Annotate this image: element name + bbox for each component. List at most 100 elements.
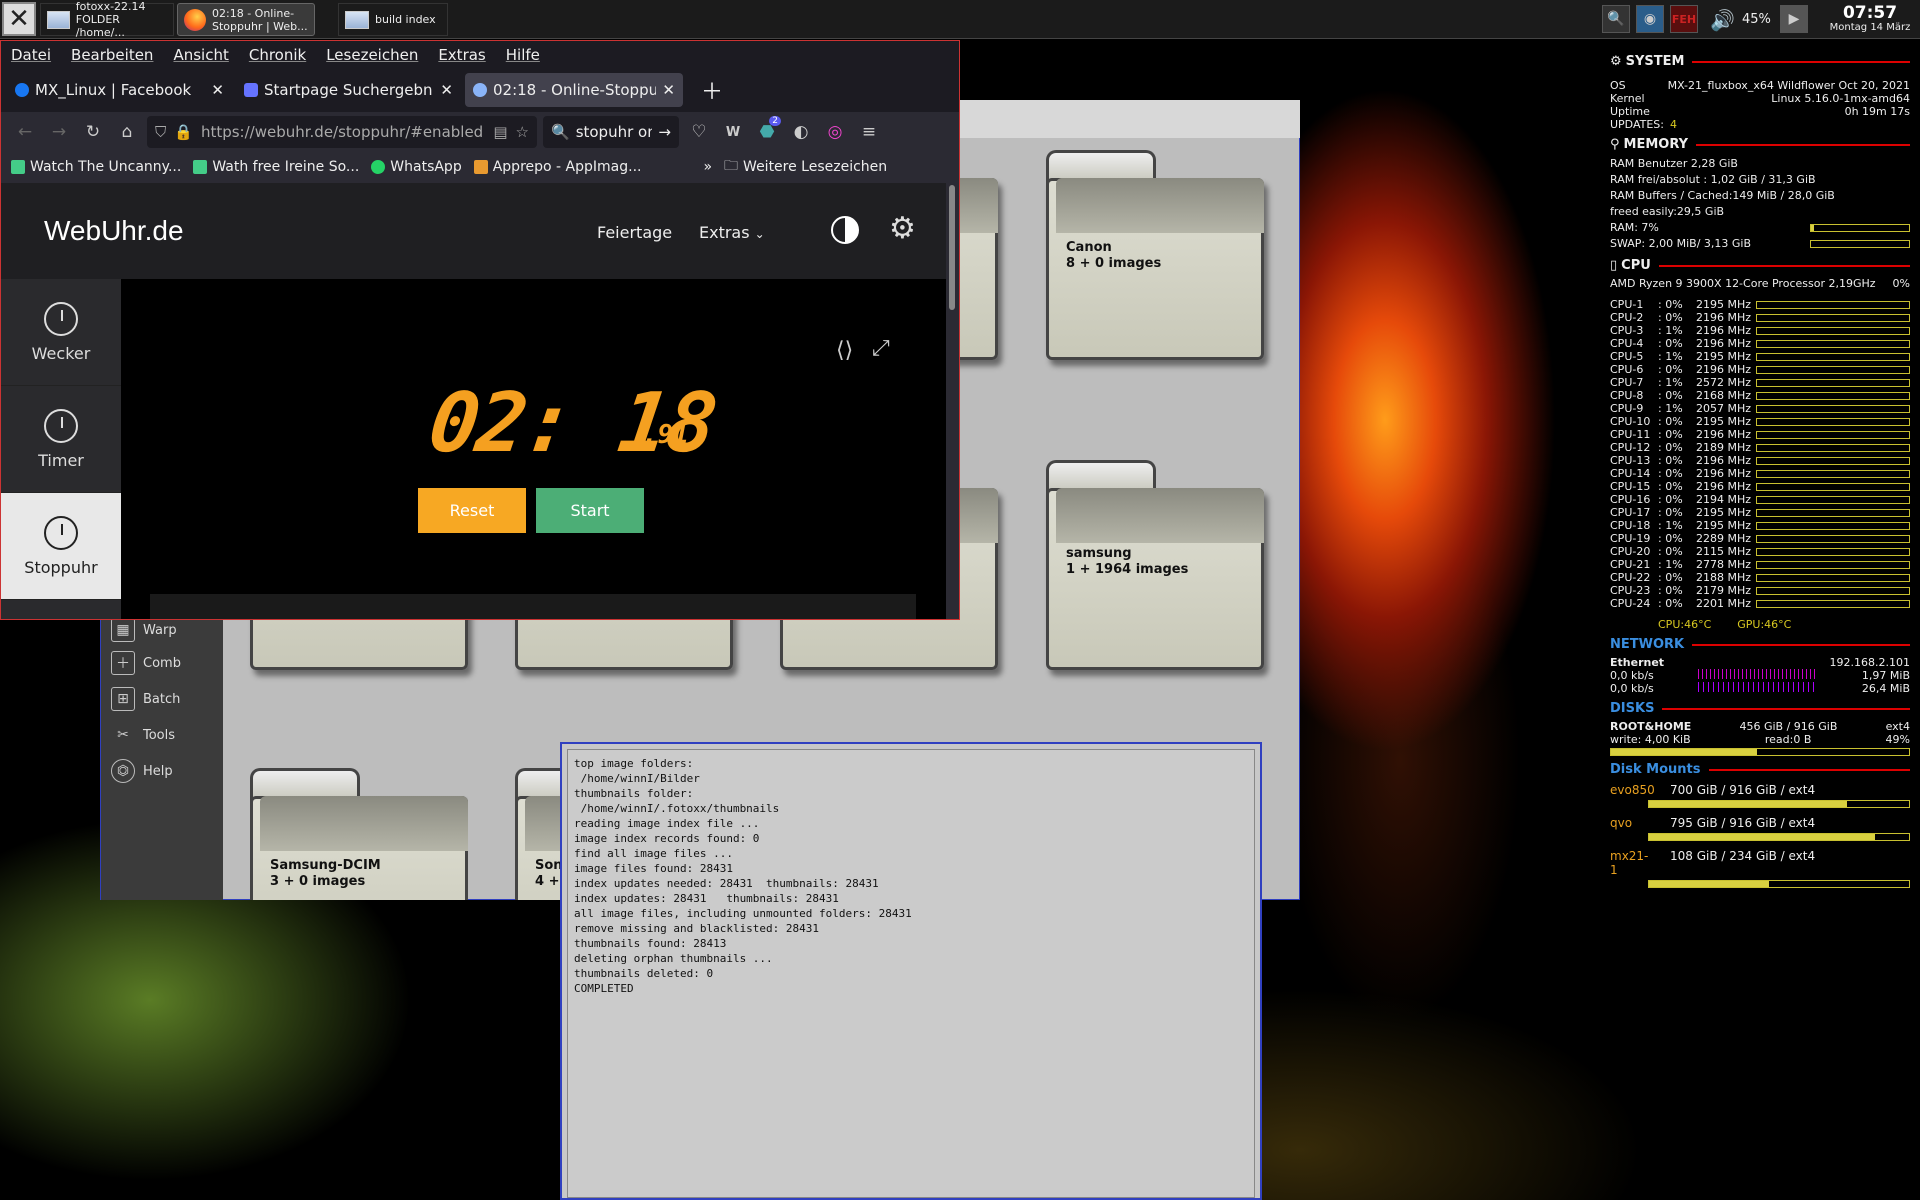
colorpicker-icon[interactable]: ◎ [821, 118, 849, 146]
bookmark-apprepo[interactable]: Apprepo - AppImag... [473, 159, 641, 175]
close-icon[interactable]: ✕ [211, 81, 224, 99]
core-bar [1756, 509, 1910, 517]
taskbar-item-build-index[interactable]: build index [338, 3, 448, 36]
folder-samsung-dcim[interactable]: Samsung-DCIM 3 + 0 images [250, 768, 468, 900]
bookmark-star-icon[interactable]: ☆ [516, 123, 529, 141]
reset-button[interactable]: Reset [418, 488, 526, 533]
cpu-core-row: CPU-10: 0% 2195 MHz [1610, 415, 1910, 428]
tab-facebook[interactable]: MX_Linux | Facebook ✕ [7, 73, 232, 107]
core-load: : 0% [1658, 311, 1683, 324]
fullscreen-icon[interactable]: ⤢ [872, 336, 890, 361]
folder-son[interactable]: Son 4 + [515, 768, 565, 900]
menu-chronik[interactable]: Chronik [239, 46, 316, 64]
feh-icon[interactable]: FEH [1670, 5, 1698, 33]
chevron-down-icon: ⌄ [754, 227, 765, 241]
nav-extras[interactable]: Extras ⌄ [699, 223, 765, 242]
core-bar [1756, 418, 1910, 426]
menu-logo-icon[interactable]: ✕ [2, 2, 36, 36]
nav-feiertage[interactable]: Feiertage [597, 223, 672, 242]
tab-stoppuhr[interactable]: 02:18 - Online-Stoppuhr ✕ [465, 73, 683, 107]
bookmark-item[interactable]: Wath free Ireine So... [193, 159, 359, 175]
sidebar-item-wecker[interactable]: Wecker [1, 279, 121, 386]
core-freq: 2194 MHz [1696, 493, 1752, 506]
sidebar-item-timer[interactable]: Timer [1, 386, 121, 493]
fotoxx-sidebar: ▦ Warp ＋ Comb ⊞ Batch ✂ Tools ⏣ Help [101, 615, 223, 900]
pocket-icon[interactable]: ♡ [685, 118, 713, 146]
folder-top [1056, 488, 1264, 543]
core-load: : 1% [1658, 350, 1683, 363]
taskbar: ✕ fotoxx-22.14 FOLDER /home/... 02:18 - O… [0, 0, 1920, 39]
core-freq: 2115 MHz [1696, 545, 1752, 558]
back-icon[interactable]: ← [11, 118, 39, 146]
folder-samsung[interactable]: samsung 1 + 1964 images [1046, 460, 1264, 670]
core-bar [1756, 457, 1910, 465]
core-load: : 1% [1658, 558, 1683, 571]
taskbar-item-fotoxx[interactable]: fotoxx-22.14 FOLDER /home/... [40, 0, 174, 39]
bookmark-item[interactable]: Watch The Uncanny... [11, 159, 181, 175]
contrast-icon[interactable] [831, 216, 859, 244]
ram-bar [1810, 224, 1910, 232]
core-name: CPU-18 [1610, 519, 1651, 532]
share-icon[interactable]: ⟨⟩ [836, 338, 853, 363]
cpu-title: CPU [1621, 258, 1651, 273]
core-name: CPU-1 [1610, 298, 1644, 311]
uptime-value: 0h 19m 17s [1844, 105, 1910, 118]
gear-icon[interactable]: ⚙ [889, 211, 916, 246]
folder-canon[interactable]: Canon 8 + 0 images [1046, 150, 1264, 360]
start-button[interactable]: Start [536, 488, 644, 533]
menu-datei[interactable]: Datei [1, 46, 61, 64]
search-bar[interactable]: 🔍 stopuhr online → [543, 116, 679, 148]
folder-count: 8 + 0 images [1066, 256, 1162, 271]
arrow-right-icon[interactable]: → [658, 123, 671, 141]
menu-ansicht[interactable]: Ansicht [163, 46, 238, 64]
down-graph [1697, 669, 1818, 679]
reload-icon[interactable]: ↻ [79, 118, 107, 146]
core-bar [1756, 366, 1910, 374]
close-icon[interactable]: ✕ [440, 81, 453, 99]
cpu-core-row: CPU-8: 0% 2168 MHz [1610, 389, 1910, 402]
fotoxx-menu-batch[interactable]: ⊞ Batch [101, 681, 223, 717]
menu-hilfe[interactable]: Hilfe [496, 46, 550, 64]
bookmarks-toolbar: Watch The Uncanny... Wath free Ireine So… [1, 152, 959, 182]
menu-bearbeiten[interactable]: Bearbeiten [61, 46, 163, 64]
taskbar-fotoxx-line2: FOLDER /home/... [75, 13, 125, 39]
menu-extras[interactable]: Extras [428, 46, 495, 64]
wikipedia-icon[interactable]: W [719, 118, 747, 146]
page-scrollbar[interactable] [946, 183, 959, 619]
tab-startpage[interactable]: Startpage Suchergebnisse ✕ [236, 73, 461, 107]
bookmark-whatsapp[interactable]: WhatsApp [371, 159, 462, 175]
taskbar-item-firefox[interactable]: 02:18 - Online- Stoppuhr | Web... [177, 3, 315, 36]
lock-icon[interactable]: 🔒 [174, 123, 193, 141]
url-bar[interactable]: ⛉ 🔒 https://webuhr.de/stoppuhr/#enabled ▤… [147, 116, 537, 148]
volume-icon[interactable]: 🔊 [1710, 8, 1735, 32]
play-icon[interactable]: ▶ [1780, 5, 1808, 33]
forward-icon[interactable]: → [45, 118, 73, 146]
close-icon[interactable]: ✕ [662, 81, 675, 99]
extension-icon[interactable]: ⬣ 2 [753, 116, 781, 146]
core-load: : 1% [1658, 519, 1683, 532]
tab-label: 02:18 - Online-Stoppuhr [493, 81, 657, 99]
hamburger-menu-icon[interactable]: ≡ [855, 118, 883, 146]
mem-line: RAM frei/absolut : 1,02 GiB / 31,3 GiB [1610, 173, 1816, 186]
fotoxx-menu-comb[interactable]: ＋ Comb [101, 645, 223, 681]
sidebar-item-stoppuhr[interactable]: Stoppuhr [1, 493, 121, 600]
core-freq: 2196 MHz [1696, 480, 1752, 493]
menu-lesezeichen[interactable]: Lesezeichen [316, 46, 428, 64]
scrollbar-thumb[interactable] [949, 185, 955, 310]
chevron-double-right-icon[interactable]: » [703, 159, 712, 175]
magnifier-icon[interactable]: 🔍 [1602, 5, 1630, 33]
fotoxx-menu-help[interactable]: ⏣ Help [101, 753, 223, 789]
reader-icon[interactable]: ▤ [493, 123, 507, 141]
shield-icon[interactable]: ⛉ [155, 123, 166, 141]
new-tab-icon[interactable]: ＋ [701, 74, 723, 106]
core-load: : 0% [1658, 454, 1683, 467]
more-bookmarks[interactable]: 🗀 Weitere Lesezeichen [724, 155, 887, 179]
ram-bar-fill [1811, 225, 1814, 231]
fotoxx-menu-tools[interactable]: ✂ Tools [101, 717, 223, 753]
site-logo[interactable]: WebUhr.de [44, 215, 184, 247]
uptime-label: Uptime [1610, 105, 1650, 118]
darkreader-icon[interactable]: ◐ [787, 118, 815, 146]
home-icon[interactable]: ⌂ [113, 118, 141, 146]
core-freq: 2195 MHz [1696, 506, 1752, 519]
screenshot-icon[interactable]: ◉ [1636, 5, 1664, 33]
